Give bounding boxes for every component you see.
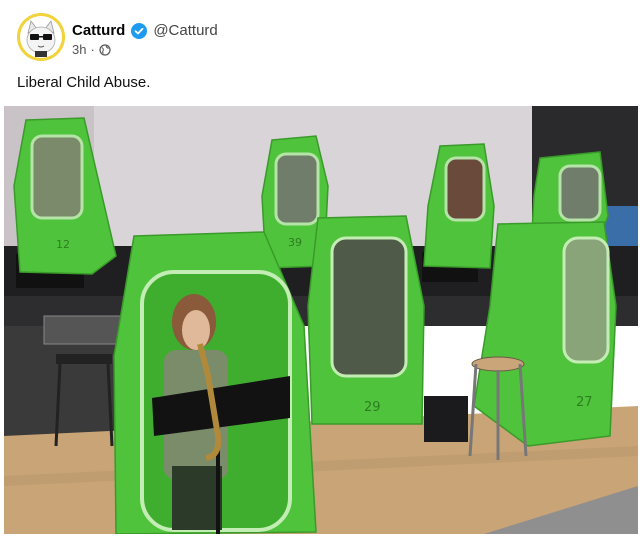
globe-icon	[99, 43, 111, 56]
tent-number-12: 12	[56, 238, 70, 251]
tent-number-29: 29	[364, 400, 381, 415]
tent-number-27: 27	[576, 395, 593, 410]
social-post: Catturd @Catturd 3h · Liberal Child Abus…	[0, 0, 640, 538]
post-text: Liberal Child Abuse.	[17, 74, 151, 91]
author-handle[interactable]: @Catturd	[153, 22, 217, 39]
post-meta: 3h ·	[72, 42, 111, 57]
cat-avatar-icon	[17, 13, 65, 61]
post-photo[interactable]: 12 39 29 27	[4, 106, 638, 534]
tent-number-39: 39	[288, 236, 302, 249]
avatar[interactable]	[17, 13, 65, 61]
author-row: Catturd @Catturd	[72, 22, 218, 39]
meta-separator: ·	[90, 42, 95, 57]
tents-photo-image: 12 39 29 27	[4, 106, 638, 534]
author-name[interactable]: Catturd	[72, 22, 125, 39]
verified-badge-icon	[131, 22, 148, 39]
post-timestamp[interactable]: 3h	[72, 42, 86, 57]
